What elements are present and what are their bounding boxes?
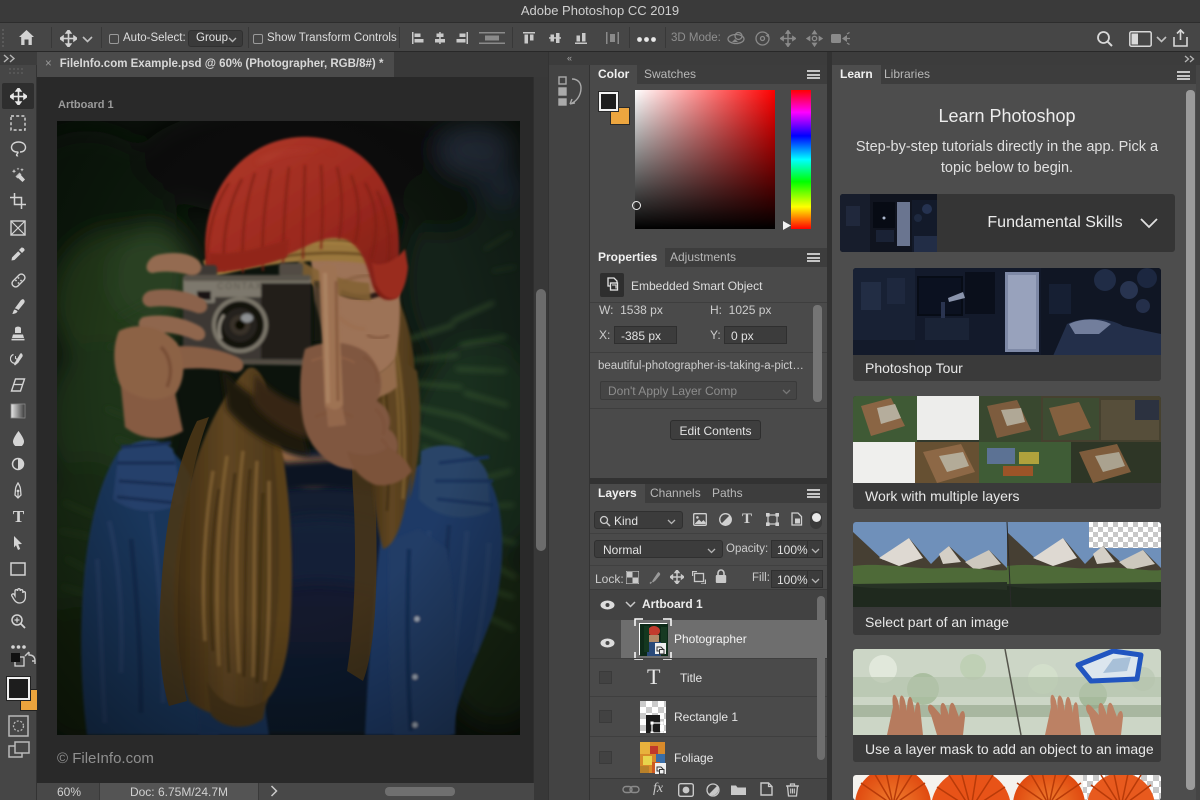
svg-text:T: T [12, 508, 24, 524]
